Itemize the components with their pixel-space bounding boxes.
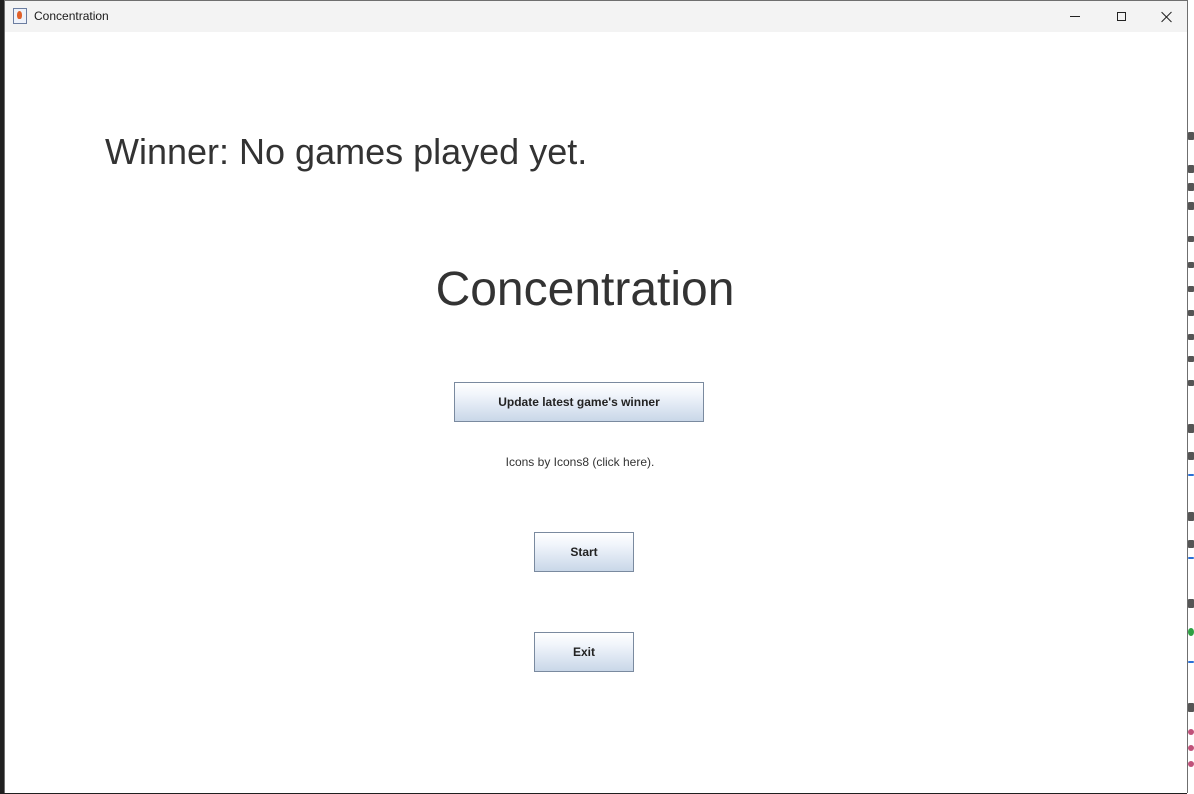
bg-text-fragment — [1188, 132, 1194, 140]
bg-text-fragment — [1188, 452, 1194, 460]
window-title: Concentration — [34, 9, 109, 23]
bg-dot-fragment — [1188, 761, 1194, 767]
bg-text-fragment — [1188, 202, 1194, 210]
java-app-icon — [13, 8, 27, 24]
page-title: Concentration — [435, 263, 735, 316]
bg-link-fragment — [1188, 474, 1194, 476]
bg-icon-fragment — [1188, 310, 1194, 316]
update-winner-button[interactable]: Update latest game's winner — [454, 382, 704, 422]
bg-link-fragment — [1188, 661, 1194, 663]
bg-link-fragment — [1188, 557, 1194, 559]
maximize-icon — [1116, 12, 1126, 21]
bg-text-fragment — [1188, 703, 1194, 712]
minimize-icon — [1070, 16, 1080, 17]
background-window-strip — [1187, 0, 1194, 794]
bg-icon-fragment — [1188, 380, 1194, 386]
title-bar[interactable]: Concentration — [5, 1, 1187, 32]
bg-icon-fragment — [1188, 356, 1194, 362]
concentration-window: Concentration Winner: No games played ye… — [4, 0, 1188, 793]
bg-icon-fragment — [1188, 286, 1194, 292]
bg-text-fragment — [1188, 183, 1194, 191]
bg-icon-fragment — [1188, 262, 1194, 268]
exit-button[interactable]: Exit — [534, 632, 634, 672]
close-button[interactable] — [1144, 1, 1190, 32]
bg-icon-fragment — [1188, 334, 1194, 340]
bg-icon-fragment — [1188, 236, 1194, 242]
bg-text-fragment — [1188, 512, 1194, 521]
close-icon — [1161, 11, 1173, 23]
main-panel: Winner: No games played yet. Concentrati… — [5, 32, 1187, 793]
bg-dot-fragment — [1188, 729, 1194, 735]
bg-text-fragment — [1188, 599, 1194, 608]
desktop: Concentration Winner: No games played ye… — [0, 0, 1194, 794]
bg-text-fragment — [1188, 165, 1194, 173]
bg-text-fragment — [1188, 540, 1194, 548]
bg-dot-fragment — [1188, 745, 1194, 751]
start-button[interactable]: Start — [534, 532, 634, 572]
maximize-button[interactable] — [1098, 1, 1144, 32]
icons-credit-link[interactable]: Icons by Icons8 (click here). — [5, 455, 1155, 469]
bg-text-fragment — [1188, 424, 1194, 433]
minimize-button[interactable] — [1052, 1, 1098, 32]
bg-status-fragment — [1188, 628, 1194, 636]
winner-label: Winner: No games played yet. — [105, 131, 588, 172]
